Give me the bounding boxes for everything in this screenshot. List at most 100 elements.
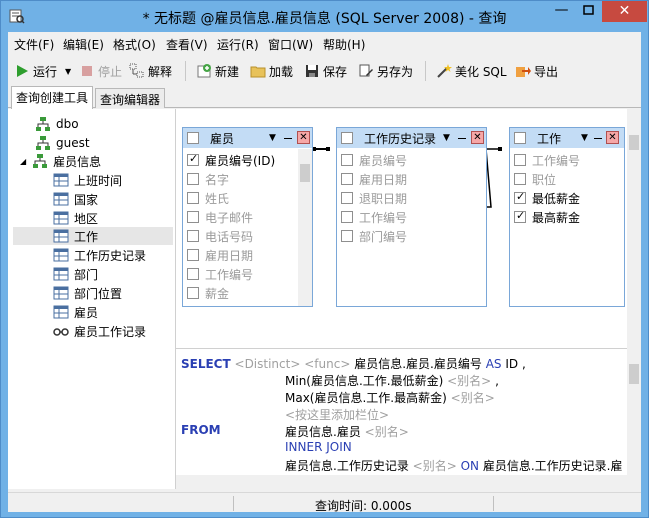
field-checkbox[interactable] — [187, 211, 199, 223]
field-checkbox[interactable] — [341, 154, 353, 166]
field-checkbox[interactable] — [514, 190, 526, 204]
scroll-thumb[interactable] — [300, 164, 310, 182]
select-all-checkbox[interactable] — [514, 132, 526, 144]
save-as-button[interactable]: 另存为 — [358, 62, 413, 80]
tree-item-country[interactable]: 国家 — [53, 190, 98, 208]
scroll-thumb[interactable] — [629, 135, 639, 150]
minimize-table-icon[interactable] — [284, 138, 292, 139]
menu-format[interactable]: 格式(O) — [113, 36, 156, 53]
field-row[interactable]: 工作编号 — [341, 208, 407, 226]
chevron-down-icon[interactable]: ▼ — [269, 133, 276, 143]
tree-item-department[interactable]: 部门 — [53, 265, 98, 283]
beautify-sql-button[interactable]: 美化 SQL — [436, 62, 507, 80]
sql-preview[interactable]: SELECT <Distinct> <func> 雇员信息.雇员.雇员编号 AS… — [176, 348, 627, 475]
tree-item-department-location[interactable]: 部门位置 — [53, 284, 122, 302]
select-all-checkbox[interactable] — [187, 132, 199, 144]
sql-horizontal-scrollbar[interactable] — [176, 475, 627, 489]
table-box-job-history[interactable]: 工作历史记录 ▼ ✕ 雇员编号 雇用日期 退职日期 工作编号 部门编号 — [336, 127, 487, 307]
field-checkbox[interactable] — [341, 173, 353, 185]
field-row[interactable]: 工作编号 — [514, 151, 580, 169]
sql-distinct-placeholder[interactable]: <Distinct> — [235, 357, 301, 371]
table-box-header[interactable]: 雇员 ▼ ✕ — [183, 128, 312, 148]
sql-func-placeholder[interactable]: <func> — [304, 357, 350, 371]
chevron-down-icon[interactable]: ▼ — [581, 133, 588, 143]
tree-item-work-time[interactable]: 上班时间 — [53, 171, 122, 189]
title-bar[interactable]: * 无标题 @雇员信息.雇员信息 (SQL Server 2008) - 查询 … — [1, 1, 648, 32]
tree-item-employee-info[interactable]: ◢ 雇员信息 — [20, 152, 101, 170]
field-row[interactable]: 最高薪金 — [514, 208, 580, 226]
field-checkbox[interactable] — [514, 154, 526, 166]
menu-edit[interactable]: 编辑(E) — [63, 36, 104, 53]
tree-item-employee[interactable]: 雇员 — [53, 303, 98, 321]
explain-button[interactable]: 解释 — [129, 62, 172, 80]
table-box-header[interactable]: 工作历史记录 ▼ ✕ — [337, 128, 486, 148]
select-all-checkbox[interactable] — [341, 132, 353, 144]
field-row[interactable]: 电子邮件 — [187, 208, 253, 226]
field-checkbox[interactable] — [514, 209, 526, 223]
field-checkbox[interactable] — [187, 287, 199, 299]
menu-run[interactable]: 运行(R) — [217, 36, 259, 53]
run-button[interactable]: 运行 — [14, 62, 57, 80]
sql-column[interactable]: Min(雇员信息.工作.最低薪金) — [285, 374, 443, 388]
field-row[interactable]: 职位 — [514, 170, 556, 188]
field-checkbox[interactable] — [341, 211, 353, 223]
field-checkbox[interactable] — [187, 192, 199, 204]
sql-alias-placeholder[interactable]: <别名> — [451, 391, 495, 405]
menu-help[interactable]: 帮助(H) — [323, 36, 365, 53]
table-scrollbar[interactable] — [298, 149, 312, 306]
chevron-down-icon[interactable]: ▼ — [443, 133, 450, 143]
tree-item-region[interactable]: 地区 — [53, 209, 98, 227]
new-button[interactable]: 新建 — [196, 62, 239, 80]
sql-vertical-scrollbar[interactable] — [627, 348, 641, 475]
save-button[interactable]: 保存 — [304, 62, 347, 80]
table-box-header[interactable]: 工作 ▼ ✕ — [510, 128, 624, 148]
maximize-button[interactable] — [575, 1, 602, 22]
tree-item-job-history[interactable]: 工作历史记录 — [53, 246, 146, 264]
sql-column[interactable]: 雇员信息.雇员.雇员编号 — [354, 357, 482, 371]
diagram-vertical-scrollbar[interactable] — [627, 109, 641, 351]
tree-item-guest[interactable]: guest — [35, 134, 90, 152]
sql-from-table[interactable]: 雇员信息.雇员 — [285, 425, 361, 439]
field-checkbox[interactable] — [341, 192, 353, 204]
field-row[interactable]: 退职日期 — [341, 189, 407, 207]
field-row[interactable]: 电话号码 — [187, 227, 253, 245]
field-row[interactable]: 雇员编号 — [341, 151, 407, 169]
sql-alias-placeholder[interactable]: <别名> — [447, 374, 491, 388]
menu-file[interactable]: 文件(F) — [14, 36, 54, 53]
minimize-table-icon[interactable] — [594, 138, 602, 139]
field-row[interactable]: 姓氏 — [187, 189, 229, 207]
field-row[interactable]: 名字 — [187, 170, 229, 188]
tab-query-builder[interactable]: 查询创建工具 — [11, 86, 94, 109]
close-table-icon[interactable]: ✕ — [606, 131, 619, 144]
field-checkbox[interactable] — [187, 152, 199, 166]
minimize-table-icon[interactable] — [458, 138, 466, 139]
field-checkbox[interactable] — [187, 230, 199, 242]
field-checkbox[interactable] — [187, 268, 199, 280]
field-row[interactable]: 工作编号 — [187, 265, 253, 283]
menu-view[interactable]: 查看(V) — [166, 36, 208, 53]
field-checkbox[interactable] — [187, 173, 199, 185]
sql-on-condition[interactable]: 雇员信息.工作历史记录.雇 — [483, 459, 623, 473]
field-row[interactable]: 部门编号 — [341, 227, 407, 245]
close-button[interactable]: ✕ — [602, 1, 647, 22]
stop-button[interactable]: 停止 — [79, 62, 122, 80]
sql-inner-join-keyword[interactable]: INNER JOIN — [285, 440, 352, 454]
run-dropdown[interactable]: ▼ — [65, 62, 71, 80]
menu-window[interactable]: 窗口(W) — [268, 36, 313, 53]
sql-add-column-placeholder[interactable]: <按这里添加栏位> — [285, 408, 389, 422]
load-button[interactable]: 加载 — [250, 62, 293, 80]
sql-join-table[interactable]: 雇员信息.工作历史记录 — [285, 459, 409, 473]
tree-item-job[interactable]: 工作 — [13, 227, 173, 245]
field-row[interactable]: 雇用日期 — [341, 170, 407, 188]
tree-item-employee-job-record[interactable]: 雇员工作记录 — [53, 322, 146, 340]
table-box-employee[interactable]: 雇员 ▼ ✕ 雇员编号(ID) 名字 姓氏 电子邮件 电话号码 雇用日期 工作编… — [182, 127, 313, 307]
sql-alias-placeholder[interactable]: <别名> — [413, 459, 457, 473]
export-button[interactable]: 导出 — [515, 62, 558, 80]
close-table-icon[interactable]: ✕ — [471, 131, 484, 144]
table-box-job[interactable]: 工作 ▼ ✕ 工作编号 职位 最低薪金 最高薪金 — [509, 127, 625, 307]
close-table-icon[interactable]: ✕ — [297, 131, 310, 144]
tree-item-dbo[interactable]: dbo — [35, 115, 79, 133]
field-row[interactable]: 薪金 — [187, 284, 229, 302]
query-diagram-canvas[interactable]: 雇员 ▼ ✕ 雇员编号(ID) 名字 姓氏 电子邮件 电话号码 雇用日期 工作编… — [176, 109, 627, 351]
field-row[interactable]: 雇员编号(ID) — [187, 151, 275, 169]
